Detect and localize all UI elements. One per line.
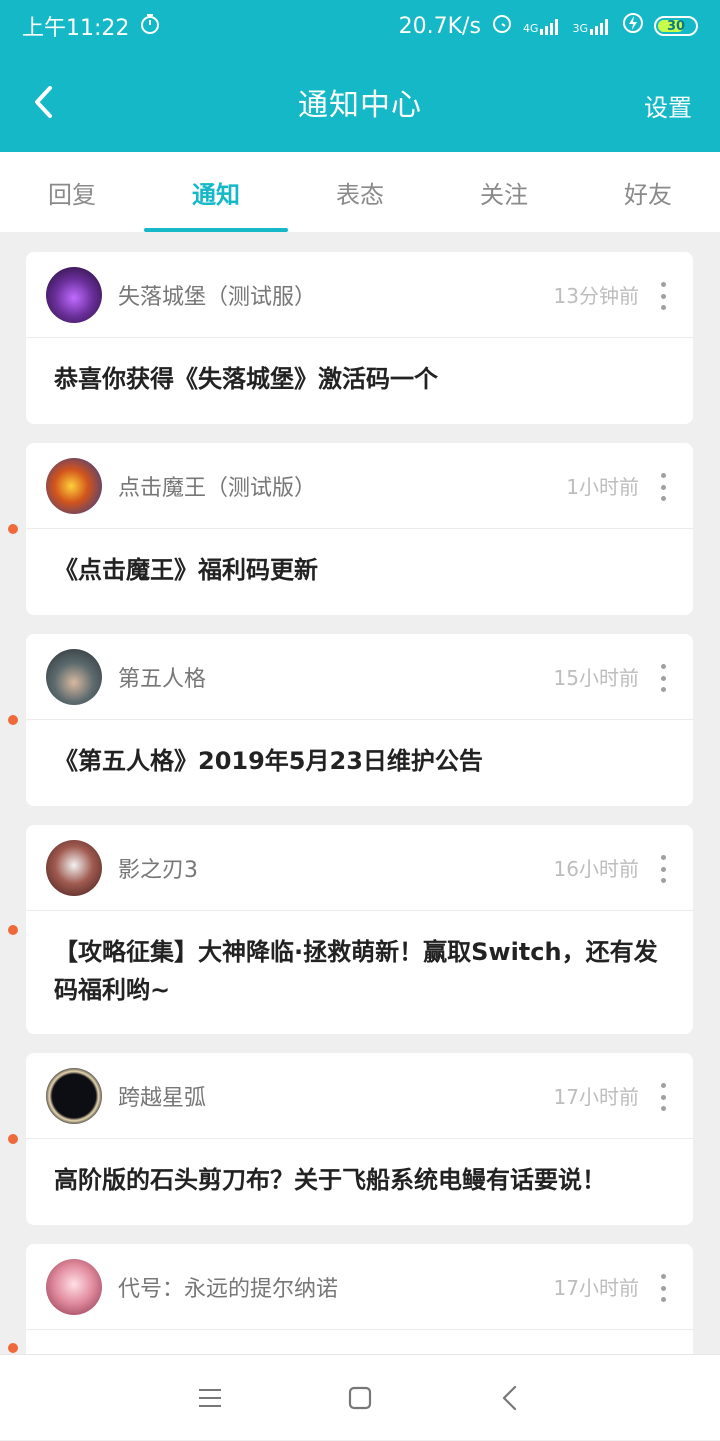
timestamp: 15小时前 <box>554 662 639 691</box>
notification-card[interactable]: 失落城堡（测试服） 13分钟前 恭喜你获得《失落城堡》激活码一个 <box>26 252 693 424</box>
sender-name[interactable]: 点击魔王（测试版） <box>118 470 316 502</box>
sender-name[interactable]: 跨越星弧 <box>118 1080 206 1112</box>
notification-card[interactable]: 跨越星弧 17小时前 高阶版的石头剪刀布？关于飞船系统电鳗有话要说！ <box>26 1053 693 1225</box>
notification-card[interactable]: 代号：永远的提尔纳诺 17小时前 <box>26 1244 693 1364</box>
chevron-left-icon <box>32 84 56 120</box>
more-vertical-icon[interactable] <box>655 855 671 883</box>
tab-follows[interactable]: 关注 <box>432 152 576 232</box>
nav-home-button[interactable] <box>285 1355 435 1441</box>
game-avatar[interactable] <box>46 458 102 514</box>
square-icon <box>347 1385 373 1411</box>
status-bar: 上午11:22 20.7K/s 4G 3G 30 <box>0 0 720 52</box>
alarm-icon <box>491 12 513 40</box>
tab-notifications[interactable]: 通知 <box>144 152 288 232</box>
game-avatar[interactable] <box>46 1068 102 1124</box>
game-avatar[interactable] <box>46 649 102 705</box>
battery-level: 30 <box>667 19 685 34</box>
notification-card[interactable]: 点击魔王（测试版） 1小时前 《点击魔王》福利码更新 <box>26 443 693 615</box>
battery-indicator: 30 <box>654 16 698 36</box>
notification-message: 恭喜你获得《失落城堡》激活码一个 <box>26 338 693 422</box>
tab-replies[interactable]: 回复 <box>0 152 144 232</box>
unread-dot <box>8 1343 18 1353</box>
timestamp: 13分钟前 <box>554 280 639 309</box>
timestamp: 17小时前 <box>554 1272 639 1301</box>
nav-menu-button[interactable] <box>135 1355 285 1441</box>
more-vertical-icon[interactable] <box>655 473 671 501</box>
sender-name[interactable]: 代号：永远的提尔纳诺 <box>118 1271 338 1303</box>
notification-card[interactable]: 影之刃3 16小时前 【攻略征集】大神降临·拯救萌新！赢取Switch，还有发码… <box>26 825 693 1034</box>
timestamp: 17小时前 <box>554 1081 639 1110</box>
game-avatar[interactable] <box>46 267 102 323</box>
signal-3g-icon: 3G <box>572 17 612 35</box>
notification-message: 《点击魔王》福利码更新 <box>26 529 693 613</box>
notification-message: 【攻略征集】大神降临·拯救萌新！赢取Switch，还有发码福利哟~ <box>26 911 693 1033</box>
signal-4g-icon: 4G <box>523 17 563 35</box>
more-vertical-icon[interactable] <box>655 1274 671 1302</box>
page-title: 通知中心 <box>298 80 422 124</box>
timer-icon <box>139 13 161 40</box>
notification-message: 《第五人格》2019年5月23日维护公告 <box>26 720 693 804</box>
menu-icon <box>197 1387 223 1409</box>
unread-dot <box>8 1134 18 1144</box>
more-vertical-icon[interactable] <box>655 664 671 692</box>
tab-friends[interactable]: 好友 <box>576 152 720 232</box>
status-time: 上午11:22 <box>22 10 129 42</box>
nav-back-button[interactable] <box>435 1355 585 1441</box>
tab-bar: 回复 通知 表态 关注 好友 <box>0 152 720 232</box>
game-avatar[interactable] <box>46 840 102 896</box>
unread-dot <box>8 715 18 725</box>
timestamp: 1小时前 <box>566 471 639 500</box>
net-speed: 20.7K/s <box>399 14 481 39</box>
back-button[interactable] <box>24 82 64 122</box>
more-vertical-icon[interactable] <box>655 1083 671 1111</box>
sender-name[interactable]: 影之刃3 <box>118 852 198 884</box>
sender-name[interactable]: 失落城堡（测试服） <box>118 279 316 311</box>
more-vertical-icon[interactable] <box>655 282 671 310</box>
chevron-left-icon <box>500 1384 520 1412</box>
tab-reactions[interactable]: 表态 <box>288 152 432 232</box>
notification-card[interactable]: 第五人格 15小时前 《第五人格》2019年5月23日维护公告 <box>26 634 693 806</box>
app-bar: 通知中心 设置 <box>0 52 720 152</box>
game-avatar[interactable] <box>46 1259 102 1315</box>
unread-dot <box>8 925 18 935</box>
unread-dot <box>8 524 18 534</box>
charging-icon <box>622 12 644 40</box>
system-nav-bar <box>0 1354 720 1440</box>
sender-name[interactable]: 第五人格 <box>118 661 206 693</box>
settings-button[interactable]: 设置 <box>644 88 692 123</box>
signal-3g-label: 3G <box>572 22 588 35</box>
signal-4g-label: 4G <box>523 22 539 35</box>
notification-message: 高阶版的石头剪刀布？关于飞船系统电鳗有话要说！ <box>26 1139 693 1223</box>
timestamp: 16小时前 <box>554 853 639 882</box>
